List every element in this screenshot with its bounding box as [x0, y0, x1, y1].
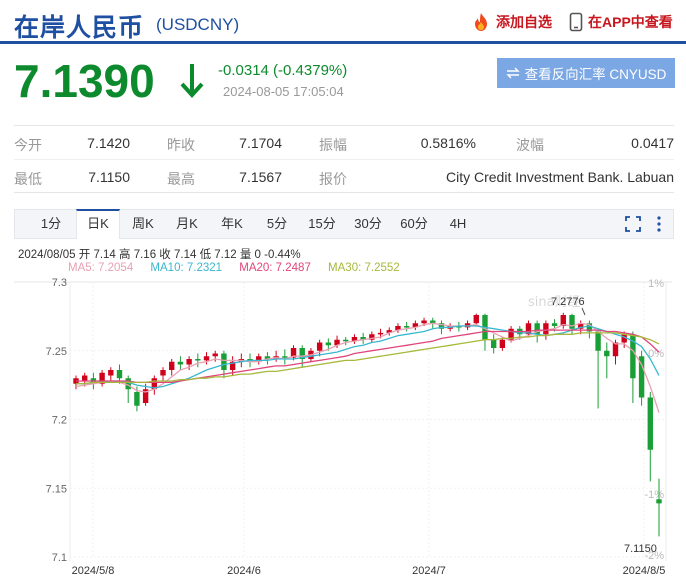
ma10-legend: MA10: 7.2321	[150, 262, 223, 274]
down-arrow-icon	[180, 64, 204, 98]
candle-body	[134, 392, 140, 406]
add-favorite-label: 添加自选	[496, 14, 552, 30]
add-favorite-button[interactable]: 添加自选	[471, 12, 552, 32]
candle-body	[490, 339, 497, 348]
tab-15min[interactable]: 15分	[302, 210, 342, 238]
candle-body	[116, 370, 123, 379]
candle-body	[212, 353, 218, 357]
candle-body	[403, 326, 410, 328]
flame-icon	[475, 13, 487, 31]
x-tick-label: 2024/8/5	[623, 565, 666, 577]
stat-label-range: 波幅	[516, 137, 544, 153]
stat-value-quote-source: City Credit Investment Bank. Labuan	[445, 169, 674, 185]
stat-label-quote-source: 报价	[319, 171, 347, 187]
ma5-legend: MA5: 7.2054	[68, 262, 134, 274]
candle-body	[325, 342, 332, 346]
stat-label-low: 最低	[14, 171, 42, 187]
page-header: 在岸人民币 (USDCNY) 添加自选 在APP中查看	[0, 0, 686, 44]
tab-1min[interactable]: 1分	[31, 210, 71, 238]
tab-daily[interactable]: 日K	[76, 209, 120, 239]
open-in-app-label: 在APP中查看	[588, 14, 673, 30]
y-tick-label: 7.25	[46, 346, 67, 358]
stat-value-prev-close: 7.1704	[239, 135, 282, 151]
phone-icon	[569, 12, 583, 32]
stats-table: 今开 7.1420 昨收 7.1704 振幅 0.5816% 波幅 0.0417…	[14, 125, 674, 193]
stat-label-prev-close: 昨收	[167, 137, 195, 153]
candle-body	[82, 375, 88, 381]
stat-value-high: 7.1567	[239, 169, 282, 185]
candle-body	[195, 359, 201, 361]
candle-body	[595, 331, 601, 351]
stats-row: 最低 7.1150 最高 7.1567 报价 City Credit Inves…	[14, 159, 674, 192]
high-annotation: 7.2776	[551, 296, 585, 308]
y-tick-label: 7.1	[52, 552, 67, 564]
current-price: 7.1390	[14, 55, 155, 107]
candle-body	[221, 353, 227, 370]
stat-value-amplitude: 0.5816%	[420, 135, 476, 151]
period-tabbar: 1分 日K 周K 月K 年K 5分 15分 30分 60分 4H	[14, 209, 674, 239]
ma-legend: MA5: 7.2054 MA10: 7.2321 MA20: 7.2487 MA…	[68, 262, 414, 274]
y-tick-label: 7.15	[46, 483, 67, 495]
y-right-tick-label: 1%	[648, 278, 664, 290]
candle-body	[543, 323, 549, 335]
stat-value-range: 0.0417	[631, 135, 674, 151]
candle-body	[473, 315, 479, 324]
tab-weekly[interactable]: 周K	[123, 210, 163, 238]
ma20-legend: MA20: 7.2487	[239, 262, 311, 274]
tab-60min[interactable]: 60分	[394, 210, 434, 238]
candle-body	[499, 339, 506, 348]
fullscreen-icon[interactable]	[624, 215, 642, 233]
candle-body	[551, 323, 558, 326]
stat-label-open: 今开	[14, 137, 42, 153]
x-tick-label: 2024/7	[412, 565, 446, 577]
swap-icon	[505, 67, 520, 79]
candle-body	[186, 359, 192, 365]
candle-body	[377, 332, 384, 335]
tab-yearly[interactable]: 年K	[212, 210, 252, 238]
stat-value-low: 7.1150	[88, 169, 130, 185]
symbol-code: (USDCNY)	[156, 15, 240, 34]
stats-row: 今开 7.1420 昨收 7.1704 振幅 0.5816% 波幅 0.0417	[14, 126, 674, 159]
high-annotation-pointer	[581, 307, 586, 316]
stat-value-open: 7.1420	[87, 135, 130, 151]
x-tick-label: 2024/6	[227, 565, 261, 577]
ohlc-summary: 2024/08/05 开 7.14 高 7.16 收 7.14 低 7.12 量…	[18, 249, 301, 261]
open-in-app-button[interactable]: 在APP中查看	[569, 12, 673, 32]
more-options-icon[interactable]	[655, 215, 663, 233]
candle-body	[169, 361, 175, 370]
stat-label-amplitude: 振幅	[319, 137, 347, 153]
candle-body	[177, 361, 184, 365]
candle-body	[108, 370, 114, 376]
candle-body	[612, 342, 619, 357]
reverse-rate-label: 查看反向汇率 CNYUSD	[524, 67, 667, 82]
low-annotation: 7.1150	[624, 543, 657, 555]
candle-body	[343, 339, 349, 342]
price-change: -0.0314 (-0.4379%)	[218, 62, 348, 79]
candle-body	[125, 378, 131, 390]
y-right-tick-label: -1%	[644, 489, 664, 501]
candle-body	[316, 342, 323, 351]
x-tick-label: 2024/5/8	[72, 565, 115, 577]
reverse-rate-button[interactable]: 查看反向汇率 CNYUSD	[497, 58, 675, 88]
candle-body	[656, 499, 662, 504]
y-tick-label: 7.2	[52, 415, 67, 427]
candle-body	[203, 356, 210, 361]
candle-body	[647, 397, 653, 450]
quote-time: 2024-08-05 17:05:04	[223, 84, 344, 99]
candle-body	[569, 315, 575, 329]
tab-monthly[interactable]: 月K	[167, 210, 207, 238]
kline-chart-svg: 7.37.257.27.157.11%0%-1%-2%2024/5/8 2024/…	[14, 277, 672, 577]
candle-body	[160, 370, 166, 376]
tab-30min[interactable]: 30分	[348, 210, 388, 238]
ma30-legend: MA30: 7.2552	[328, 262, 400, 274]
tab-4h[interactable]: 4H	[438, 210, 478, 238]
page-title: 在岸人民币	[14, 14, 145, 42]
tab-5min[interactable]: 5分	[257, 210, 297, 238]
candle-body	[282, 356, 288, 358]
y-tick-label: 7.3	[52, 277, 67, 289]
stat-label-high: 最高	[167, 171, 195, 187]
candle-body	[604, 350, 610, 357]
kline-chart[interactable]: 7.3 7.25 7.2 7.15 7.1 1% 0% -1% -2% 2024/5/8 2024/…	[0, 276, 686, 578]
candle-body	[421, 320, 427, 324]
